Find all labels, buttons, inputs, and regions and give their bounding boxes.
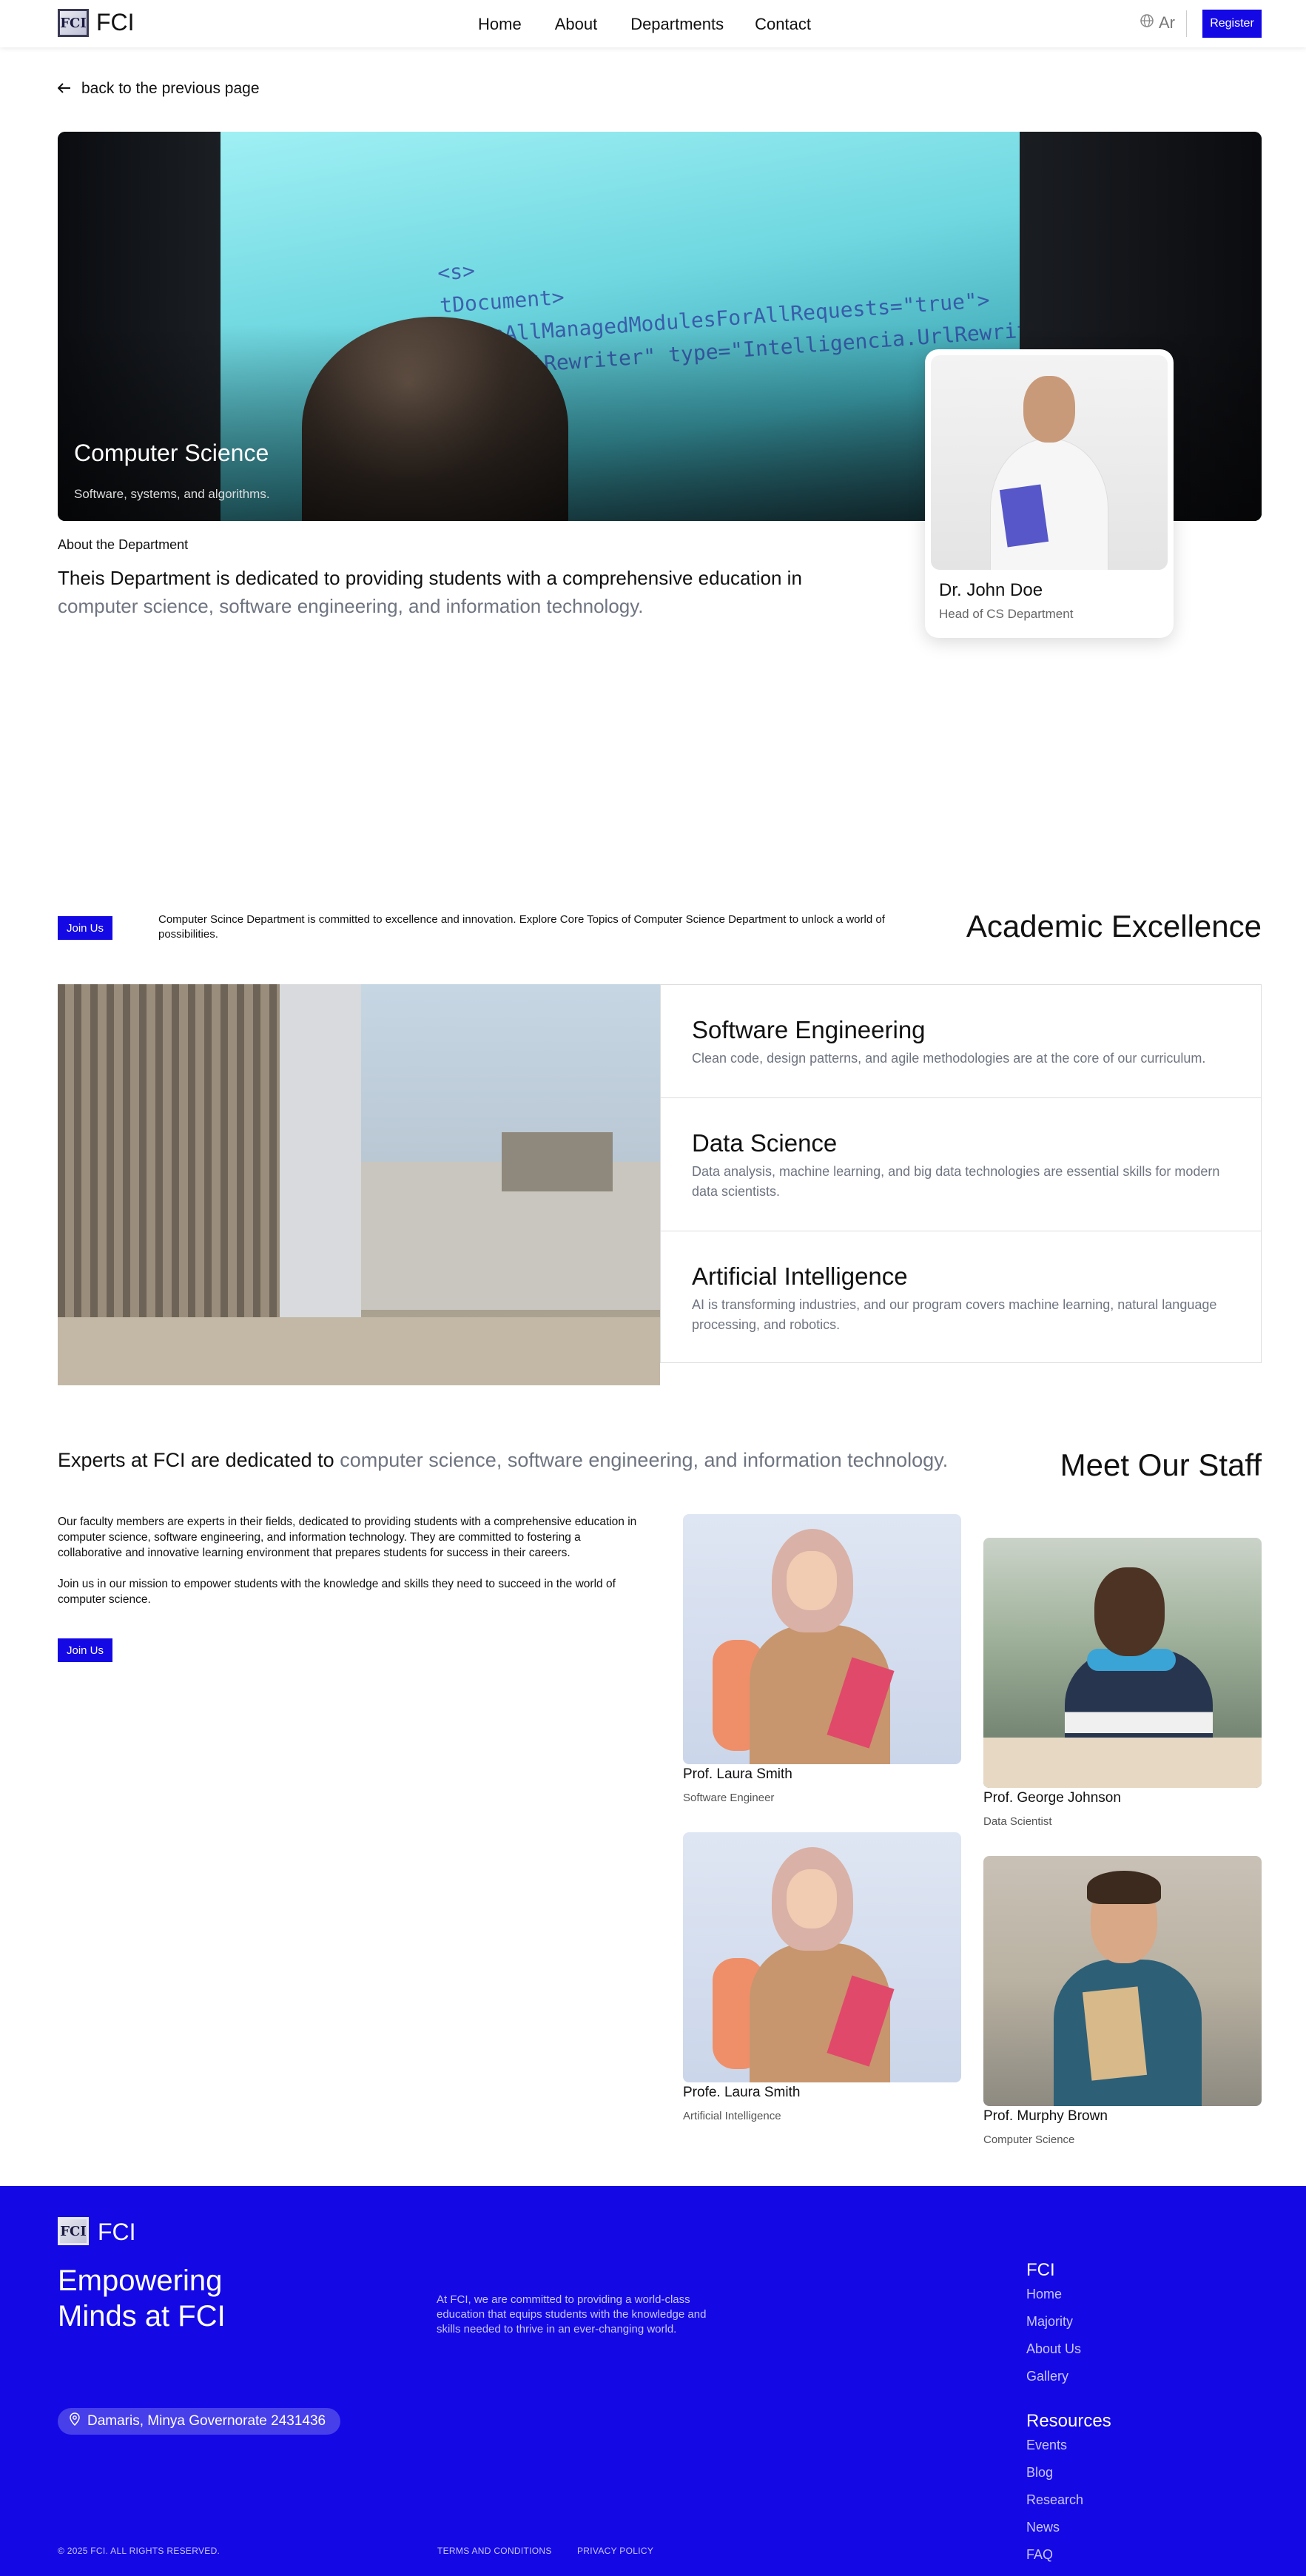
topic-title: Data Science (692, 1129, 838, 1157)
campus-building-left (58, 984, 280, 1339)
nav-contact[interactable]: Contact (755, 15, 811, 34)
staff-photo-face (1094, 1567, 1165, 1656)
language-switch[interactable]: Ar (1140, 13, 1175, 33)
topic-desc: Clean code, design patterns, and agile m… (692, 1051, 1206, 1066)
hero-title: Computer Science (74, 440, 269, 466)
topics-list: Software Engineering Clean code, design … (660, 984, 1262, 1363)
footer-col-resources: Resources Events Blog Research News FAQ (1026, 2411, 1111, 2575)
footer-privacy-link[interactable]: PRIVACY POLICY (577, 2546, 653, 2556)
staff-card[interactable]: Profe. Laura Smith Artificial Intelligen… (683, 1832, 961, 2122)
footer-logo[interactable]: FCI (58, 2217, 89, 2245)
staff-title: Meet Our Staff (1060, 1447, 1262, 1482)
footer-col-title: Resources (1026, 2411, 1111, 2431)
register-button[interactable]: Register (1202, 10, 1262, 38)
topic-title: Artificial Intelligence (692, 1262, 908, 1290)
footer-link-home[interactable]: Home (1026, 2287, 1081, 2314)
join-us-button[interactable]: Join Us (58, 916, 112, 940)
topic-desc: Data analysis, machine learning, and big… (692, 1164, 1220, 1199)
footer-link-about-us[interactable]: About Us (1026, 2341, 1081, 2369)
staff-paragraph-1: Our faculty members are experts in their… (58, 1516, 637, 1559)
about-text-muted: computer science, software engineering, … (58, 595, 644, 617)
footer-link-faq[interactable]: FAQ (1026, 2547, 1111, 2575)
footer-address: Damaris, Minya Governorate 2431436 (58, 2408, 341, 2435)
staff-role: Computer Science (983, 2133, 1075, 2146)
staff-photo (683, 1514, 961, 1764)
campus-building-annex (502, 1132, 613, 1191)
staff-card[interactable]: Prof. George Johnson Data Scientist (983, 1538, 1262, 1828)
staff-photo (983, 1856, 1262, 2106)
campus-ground (58, 1317, 660, 1385)
campus-image (58, 984, 660, 1385)
staff-name: Prof. George Johnson (983, 1790, 1121, 1806)
nav-about[interactable]: About (555, 15, 598, 34)
location-pin-icon (70, 2412, 80, 2430)
footer-link-gallery[interactable]: Gallery (1026, 2369, 1081, 2396)
staff-intro: Experts at FCI are dedicated to computer… (58, 1449, 948, 1472)
logo-text[interactable]: FCI (96, 9, 135, 36)
staff-photo (683, 1832, 961, 2082)
topic-data-science[interactable]: Data Science Data analysis, machine lear… (661, 1098, 1261, 1231)
staff-role: Artificial Intelligence (683, 2110, 781, 2122)
topic-title: Software Engineering (692, 1016, 926, 1043)
footer-link-news[interactable]: News (1026, 2520, 1111, 2547)
footer-col-title: FCI (1026, 2260, 1055, 2280)
staff-role: Data Scientist (983, 1815, 1052, 1828)
nav-divider (1186, 10, 1187, 37)
staff-role: Software Engineer (683, 1792, 775, 1804)
academic-title: Academic Excellence (966, 909, 1262, 944)
department-head-photo (931, 355, 1168, 570)
staff-photo-face (787, 1551, 837, 1610)
campus-building-middle (280, 984, 361, 1332)
topic-desc: AI is transforming industries, and our p… (692, 1297, 1217, 1332)
nav-departments[interactable]: Departments (630, 15, 724, 34)
about-label: About the Department (58, 537, 189, 552)
nav-links: Home About Departments Contact (478, 15, 811, 34)
staff-intro-main: Experts at FCI are dedicated to (58, 1449, 334, 1471)
staff-intro-muted: computer science, software engineering, … (340, 1449, 949, 1471)
department-head-card[interactable]: Dr. John Doe Head of CS Department (925, 349, 1174, 638)
staff-name: Prof. Murphy Brown (983, 2108, 1108, 2124)
about-text: Theis Department is dedicated to providi… (58, 564, 872, 620)
academic-description: Computer Scince Department is committed … (158, 913, 885, 941)
footer-tagline: Empowering Minds at FCI (58, 2264, 226, 2333)
footer-link-research[interactable]: Research (1026, 2492, 1111, 2520)
staff-card[interactable]: Prof. Murphy Brown Computer Science (983, 1856, 1262, 2146)
staff-join-us-button[interactable]: Join Us (58, 1638, 112, 1662)
staff-name: Prof. Laura Smith (683, 1766, 792, 1782)
arrow-left-icon (57, 80, 71, 98)
dean-head-figure (1023, 376, 1075, 443)
topic-software-engineering[interactable]: Software Engineering Clean code, design … (661, 985, 1261, 1098)
staff-name: Profe. Laura Smith (683, 2085, 801, 2100)
staff-photo-desk (983, 1738, 1262, 1788)
nav-home[interactable]: Home (478, 15, 522, 34)
footer-col-fci: FCI Home Majority About Us Gallery (1026, 2260, 1081, 2396)
department-head-name: Dr. John Doe (939, 580, 1043, 600)
footer-description: At FCI, we are committed to providing a … (437, 2293, 707, 2335)
footer: FCI FCI Empowering Minds at FCI At FCI, … (0, 2186, 1306, 2576)
footer-address-text: Damaris, Minya Governorate 2431436 (87, 2413, 326, 2429)
staff-photo-face (787, 1869, 837, 1928)
staff-photo-book (1082, 1986, 1148, 2081)
staff-card[interactable]: Prof. Laura Smith Software Engineer (683, 1514, 961, 1804)
footer-link-events[interactable]: Events (1026, 2438, 1111, 2465)
globe-icon (1140, 13, 1154, 33)
footer-link-majority[interactable]: Majority (1026, 2314, 1081, 2341)
language-label: Ar (1159, 13, 1175, 32)
back-link[interactable]: back to the previous page (57, 80, 260, 98)
staff-paragraph-2: Join us in our mission to empower studen… (58, 1578, 616, 1606)
footer-logo-text[interactable]: FCI (98, 2219, 136, 2246)
staff-photo (983, 1538, 1262, 1788)
fci-logo[interactable]: FCI (58, 9, 89, 37)
footer-terms-link[interactable]: TERMS AND CONDITIONS (437, 2546, 552, 2556)
footer-copyright: © 2025 FCI. ALL RIGHTS RESERVED. (58, 2546, 221, 2556)
top-nav: FCI FCI Home About Departments Contact A… (0, 0, 1306, 47)
staff-photo-hair (1087, 1871, 1161, 1904)
hero-subtitle: Software, systems, and algorithms. (74, 487, 270, 501)
dean-folder-figure (999, 484, 1049, 548)
back-label: back to the previous page (81, 80, 260, 97)
footer-link-blog[interactable]: Blog (1026, 2465, 1111, 2492)
about-text-main: Theis Department is dedicated to providi… (58, 567, 802, 589)
department-head-role: Head of CS Department (939, 607, 1074, 621)
topic-artificial-intelligence[interactable]: Artificial Intelligence AI is transformi… (661, 1231, 1261, 1363)
